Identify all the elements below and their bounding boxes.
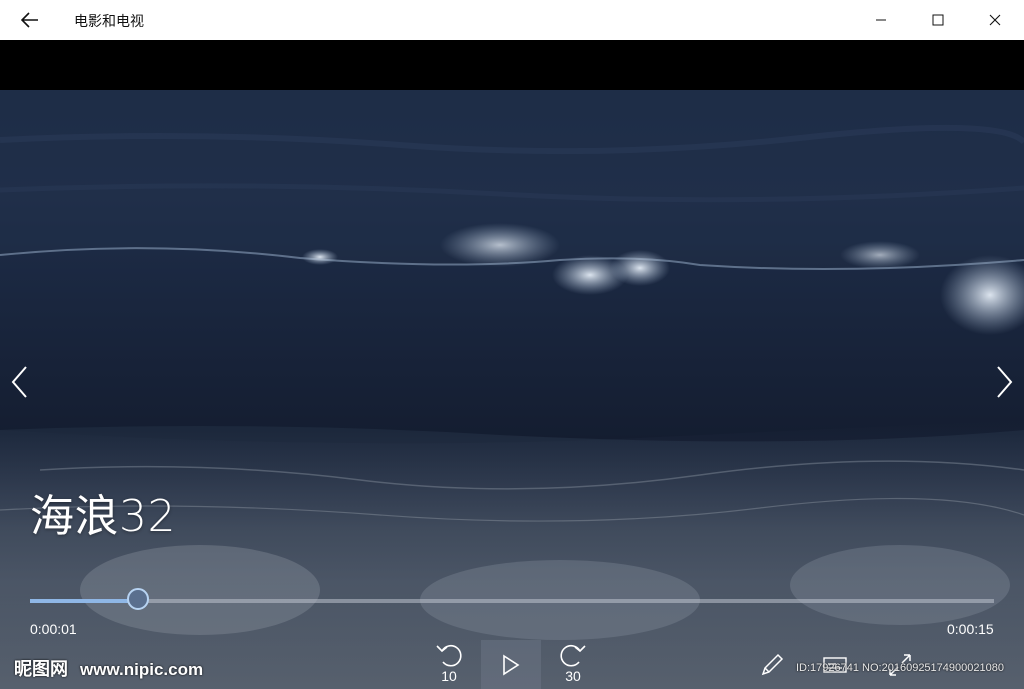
letterbox-bar bbox=[0, 40, 1024, 90]
skip-back-button[interactable]: 10 bbox=[426, 640, 472, 689]
edit-button[interactable] bbox=[750, 640, 794, 689]
skip-back-seconds: 10 bbox=[441, 668, 457, 684]
total-time: 0:00:15 bbox=[947, 621, 994, 637]
skip-back-icon bbox=[436, 644, 462, 667]
title-bar: 电影和电视 bbox=[0, 0, 1024, 40]
maximize-button[interactable] bbox=[915, 0, 961, 40]
seek-bar-progress bbox=[30, 599, 138, 603]
pencil-icon bbox=[761, 653, 784, 675]
app-title: 电影和电视 bbox=[74, 14, 144, 30]
watermark-logo: 昵图网 bbox=[14, 659, 68, 680]
back-arrow-icon bbox=[21, 12, 38, 28]
seek-bar[interactable] bbox=[30, 588, 994, 610]
media-title: 海浪32 bbox=[30, 491, 176, 542]
maximize-icon bbox=[932, 14, 944, 26]
previous-item-button[interactable] bbox=[2, 360, 36, 404]
skip-forward-icon bbox=[560, 644, 586, 667]
play-button[interactable] bbox=[481, 640, 541, 689]
chevron-left-icon bbox=[11, 366, 27, 398]
skip-forward-button[interactable]: 30 bbox=[550, 640, 596, 689]
minimize-icon bbox=[876, 19, 886, 21]
seek-thumb[interactable] bbox=[127, 588, 149, 610]
close-icon bbox=[989, 14, 1001, 26]
close-button[interactable] bbox=[972, 0, 1018, 40]
elapsed-time: 0:00:01 bbox=[30, 621, 77, 637]
skip-forward-seconds: 30 bbox=[565, 668, 581, 684]
watermark-url: www.nipic.com bbox=[80, 660, 204, 679]
play-icon bbox=[503, 654, 520, 675]
back-button[interactable] bbox=[14, 6, 46, 34]
chevron-right-icon bbox=[997, 366, 1013, 398]
minimize-button[interactable] bbox=[858, 0, 904, 40]
watermark-id: ID:17926741 NO:20160925174900021080 bbox=[796, 662, 1004, 674]
next-item-button[interactable] bbox=[988, 360, 1022, 404]
